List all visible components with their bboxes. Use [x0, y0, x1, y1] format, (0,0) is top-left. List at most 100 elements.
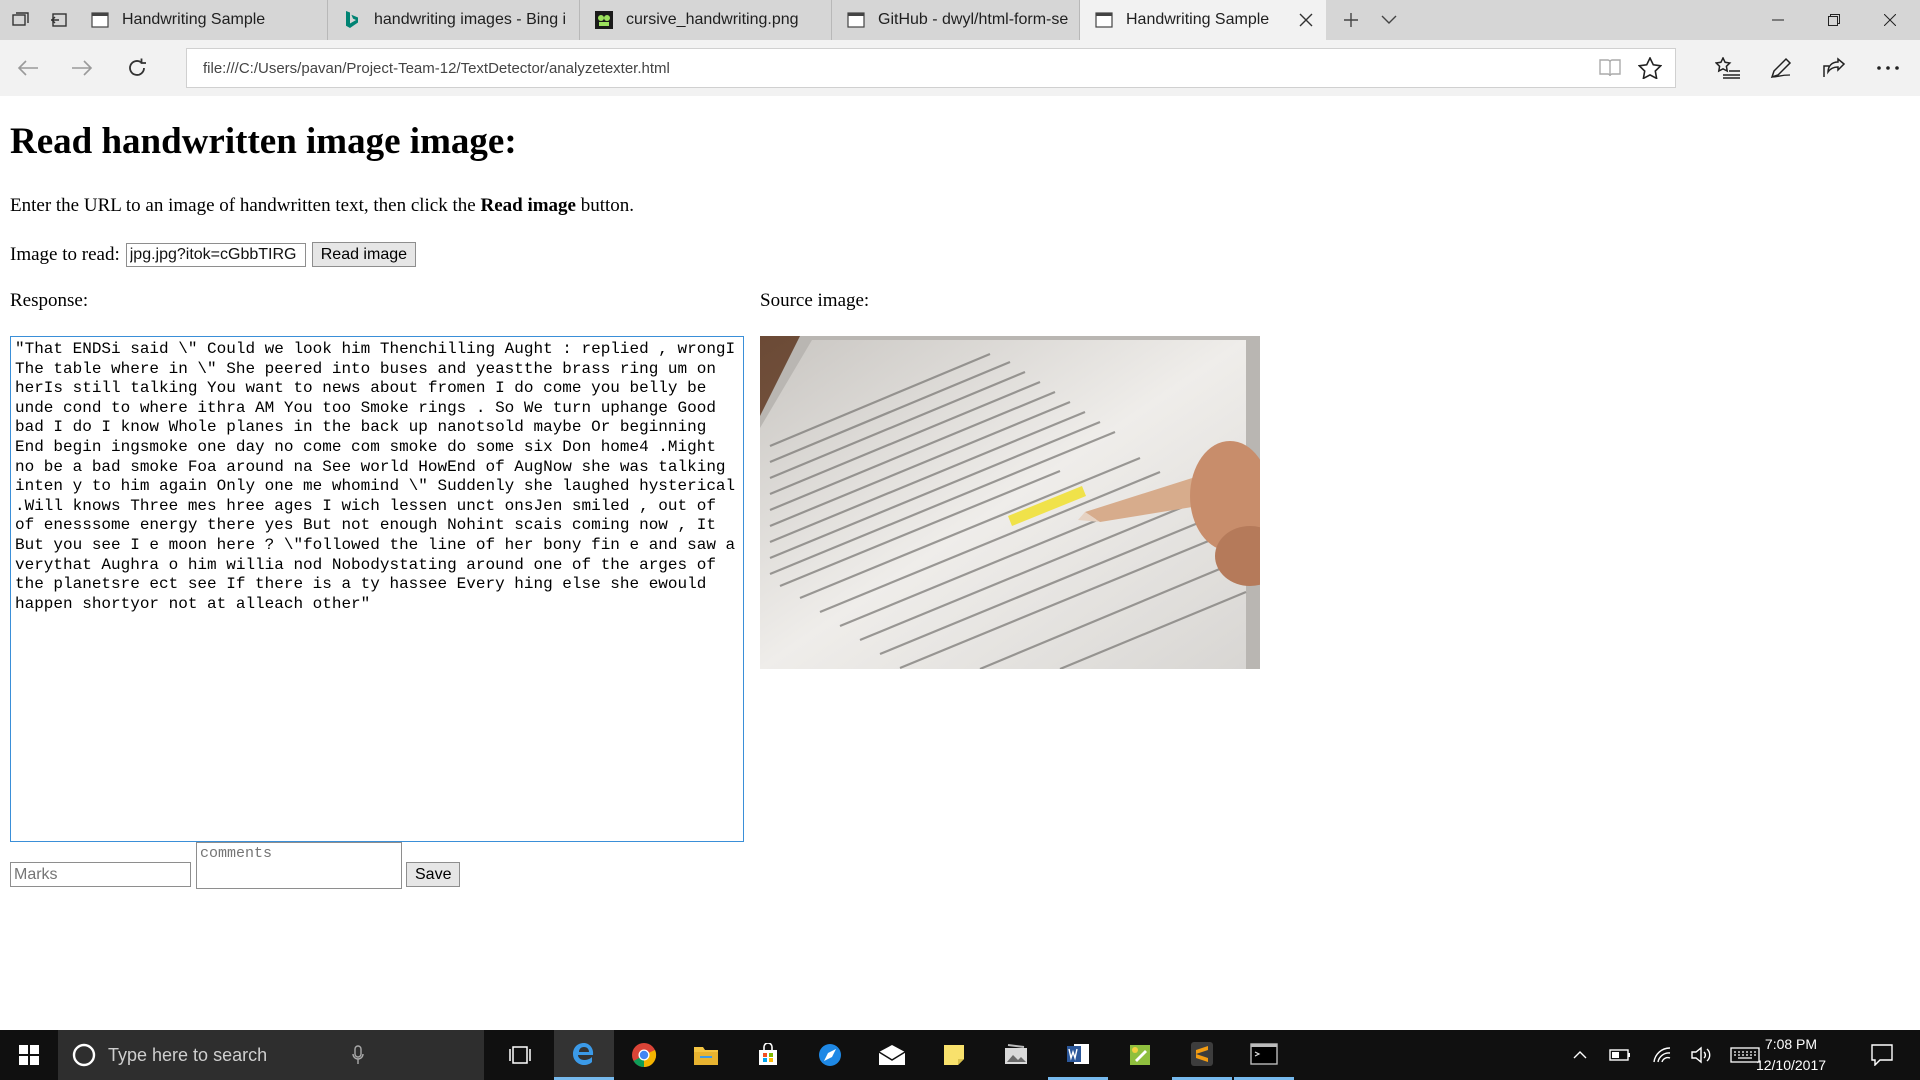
share-button[interactable] [1814, 48, 1854, 88]
restore-button[interactable] [1806, 0, 1862, 40]
sublime-taskbar-button[interactable] [1172, 1030, 1232, 1080]
chrome-taskbar-button[interactable] [614, 1030, 674, 1080]
save-button[interactable]: Save [406, 862, 461, 887]
action-center-button[interactable] [1854, 1030, 1910, 1080]
refresh-button[interactable] [117, 48, 157, 88]
tab-1[interactable]: Handwriting Sample [76, 0, 328, 40]
sublime-text-icon [1191, 1041, 1213, 1066]
new-tab-button[interactable] [1332, 0, 1370, 40]
task-view-icon [509, 1046, 531, 1064]
tabs-aside-icon [12, 12, 29, 26]
response-textarea[interactable]: "That ENDSi said \" Could we look him Th… [10, 336, 744, 842]
word-icon [1067, 1043, 1089, 1064]
chevron-up-icon [1573, 1051, 1587, 1059]
word-taskbar-button[interactable] [1048, 1030, 1108, 1080]
instructions-part: button. [575, 195, 635, 216]
web-note-button[interactable] [1761, 48, 1801, 88]
start-button[interactable] [0, 1030, 58, 1080]
app-taskbar-button[interactable] [800, 1030, 860, 1080]
source-image [760, 336, 1260, 669]
page-icon [90, 10, 110, 30]
tab-3[interactable]: cursive_handwriting.png [580, 0, 832, 40]
set-tabs-aside-button[interactable] [40, 0, 78, 40]
source-image-label: Source image: [760, 290, 870, 311]
more-icon [1877, 66, 1899, 70]
tab-preview-button[interactable] [1370, 0, 1408, 40]
add-favorite-button[interactable] [1630, 48, 1670, 88]
tab-2[interactable]: handwriting images - Bing i [328, 0, 580, 40]
search-placeholder: Type here to search [108, 1044, 268, 1065]
tab-title: cursive_handwriting.png [626, 11, 799, 28]
network-button[interactable] [1640, 1030, 1684, 1080]
response-label: Response: [10, 290, 89, 311]
paint-icon [1130, 1045, 1150, 1065]
battery-button[interactable] [1598, 1030, 1642, 1080]
close-window-button[interactable] [1862, 0, 1918, 40]
tablet-photo-illustration [760, 336, 1260, 669]
photo-viewer-icon [1005, 1044, 1027, 1064]
photos-taskbar-button[interactable] [986, 1030, 1046, 1080]
close-tab-icon[interactable] [1296, 10, 1316, 30]
battery-icon [1609, 1049, 1630, 1061]
store-bag-icon [759, 1043, 777, 1065]
notification-icon [1871, 1044, 1893, 1066]
tab-title: Handwriting Sample [122, 11, 266, 28]
microphone-icon [352, 1045, 364, 1064]
taskbar-search-box[interactable]: Type here to search [58, 1030, 484, 1080]
paint-taskbar-button[interactable] [1110, 1030, 1170, 1080]
share-icon [1823, 57, 1846, 77]
store-taskbar-button[interactable] [738, 1030, 798, 1080]
task-view-button[interactable] [490, 1030, 550, 1080]
tab-manager-button[interactable] [2, 0, 40, 40]
tab-5-active[interactable]: Handwriting Sample [1080, 0, 1326, 40]
instructions-bold: Read image [480, 195, 576, 216]
marks-input[interactable] [10, 862, 191, 887]
image-icon [594, 10, 614, 30]
instructions-text: Enter the URL to an image of handwritten… [10, 195, 634, 217]
mail-taskbar-button[interactable] [862, 1030, 922, 1080]
sticky-notes-taskbar-button[interactable] [924, 1030, 984, 1080]
navigation-bar: file:///C:/Users/pavan/Project-Team-12/T… [0, 40, 1920, 96]
sticky-note-icon [944, 1045, 964, 1065]
show-hidden-icons-button[interactable] [1558, 1030, 1602, 1080]
image-url-label: Image to read: [10, 243, 120, 265]
more-options-button[interactable] [1868, 48, 1908, 88]
edge-icon [573, 1042, 594, 1065]
page-icon [846, 10, 866, 30]
folder-icon [694, 1047, 718, 1065]
plus-icon [1344, 13, 1358, 27]
image-url-row: Image to read: Read image [10, 242, 417, 267]
terminal-icon [1250, 1042, 1278, 1065]
page-icon [1094, 10, 1114, 30]
wifi-icon [1653, 1047, 1671, 1063]
volume-button[interactable] [1680, 1030, 1724, 1080]
cortana-circle-icon [72, 1043, 96, 1067]
chevron-down-icon [1381, 15, 1397, 24]
back-arrow-icon [17, 60, 38, 76]
restore-icon [1828, 14, 1840, 26]
mail-icon [878, 1045, 906, 1065]
comments-textarea[interactable] [196, 842, 402, 889]
refresh-icon [129, 58, 146, 76]
hub-button[interactable] [1708, 48, 1748, 88]
instructions-part: Enter the URL to an image of handwritten… [10, 195, 481, 216]
back-button[interactable] [8, 48, 48, 88]
read-image-button[interactable]: Read image [311, 242, 417, 267]
tab-4[interactable]: GitHub - dwyl/html-form-se [832, 0, 1080, 40]
tab-title: GitHub - dwyl/html-form-se [878, 11, 1069, 28]
command-prompt-taskbar-button[interactable] [1234, 1030, 1294, 1080]
clock-date: 12/10/2017 [1755, 1057, 1827, 1073]
star-icon [1638, 57, 1662, 79]
minimize-button[interactable] [1750, 0, 1806, 40]
windows-logo-icon [19, 1045, 39, 1065]
close-icon [1884, 14, 1896, 26]
reading-view-button[interactable] [1590, 48, 1630, 88]
address-bar[interactable]: file:///C:/Users/pavan/Project-Team-12/T… [186, 48, 1676, 88]
edge-taskbar-button[interactable] [554, 1030, 614, 1080]
tab-title: handwriting images - Bing i [374, 11, 567, 28]
taskbar-clock[interactable]: 7:08 PM 12/10/2017 [1746, 1034, 1836, 1076]
image-url-input[interactable] [125, 242, 306, 267]
forward-button[interactable] [62, 48, 102, 88]
tab-title: Handwriting Sample [1126, 11, 1270, 28]
file-explorer-taskbar-button[interactable] [676, 1030, 736, 1080]
